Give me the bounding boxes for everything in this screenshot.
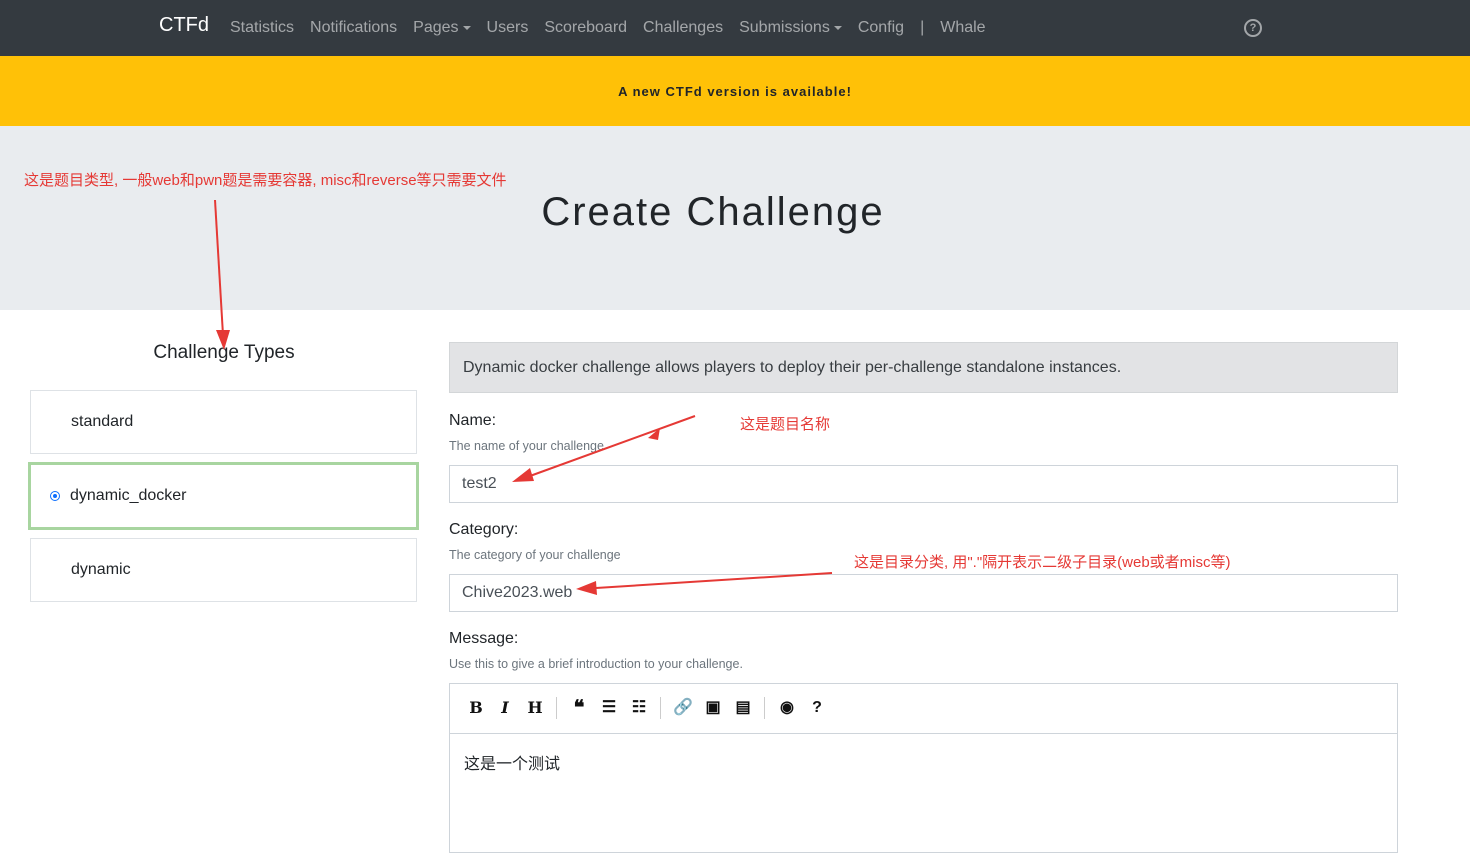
nav-pages-dropdown[interactable]: Pages xyxy=(413,19,471,37)
toolbar-divider xyxy=(660,697,661,719)
type-label: standard xyxy=(71,413,134,430)
question-circle-icon[interactable]: ? xyxy=(1244,19,1262,37)
nav-config[interactable]: Config xyxy=(858,19,904,37)
name-help: The name of your challenge xyxy=(449,439,604,453)
quote-icon[interactable]: ❝ xyxy=(568,698,590,718)
type-card-dynamic-docker[interactable]: dynamic_docker xyxy=(28,462,419,530)
message-help: Use this to give a brief introduction to… xyxy=(449,657,743,671)
message-label: Message: xyxy=(449,630,519,647)
caret-down-icon xyxy=(833,25,842,30)
bold-icon[interactable]: B xyxy=(465,698,487,718)
editor-toolbar: B I H ❝ ☰ ☷ 🔗 ▣ ▤ ◉ ? xyxy=(450,684,1397,734)
nav-pages-label: Pages xyxy=(413,19,459,36)
type-card-dynamic[interactable]: dynamic xyxy=(30,538,417,602)
annotation-name: 这是题目名称 xyxy=(740,416,831,433)
category-label: Category: xyxy=(449,521,519,538)
name-label: Name: xyxy=(449,412,497,429)
page-title: Create Challenge xyxy=(541,190,885,234)
heading-icon[interactable]: H xyxy=(524,698,546,718)
nav-submissions-label: Submissions xyxy=(739,19,830,36)
nav-separator: | xyxy=(920,19,925,36)
editor-content[interactable]: 这是一个测试 xyxy=(464,750,560,774)
challenge-types-title: Challenge Types xyxy=(153,342,295,363)
guide-icon[interactable]: ? xyxy=(806,698,828,718)
nav-whale[interactable]: Whale xyxy=(940,19,985,37)
message-editor: B I H ❝ ☰ ☷ 🔗 ▣ ▤ ◉ ? 这是一个测试 xyxy=(449,683,1398,853)
radio-selected[interactable] xyxy=(50,491,60,501)
nav-users[interactable]: Users xyxy=(487,19,529,37)
annotation-types: 这是题目类型, 一般web和pwn题是需要容器, misc和reverse等只需… xyxy=(24,172,507,189)
nav-statistics[interactable]: Statistics xyxy=(230,19,294,37)
type-label: dynamic xyxy=(71,561,131,578)
name-input[interactable]: test2 xyxy=(449,465,1398,503)
toolbar-divider xyxy=(764,697,765,719)
link-icon[interactable]: 🔗 xyxy=(672,698,694,718)
category-help: The category of your challenge xyxy=(449,548,621,562)
image-icon[interactable]: ▣ xyxy=(702,698,724,718)
caret-down-icon xyxy=(462,25,471,30)
nav-notifications[interactable]: Notifications xyxy=(310,19,397,37)
nav-scoreboard[interactable]: Scoreboard xyxy=(544,19,627,37)
annotation-category: 这是目录分类, 用"."隔开表示二级子目录(web或者misc等) xyxy=(854,554,1231,571)
brand-logo[interactable]: CTFd xyxy=(159,14,209,37)
type-label: dynamic_docker xyxy=(70,487,187,504)
nav-submissions-dropdown[interactable]: Submissions xyxy=(739,19,842,37)
category-input[interactable]: Chive2023.web xyxy=(449,574,1398,612)
nav-challenges[interactable]: Challenges xyxy=(643,19,723,37)
type-card-standard[interactable]: standard xyxy=(30,390,417,454)
unordered-list-icon[interactable]: ☰ xyxy=(598,698,620,718)
upload-file-icon[interactable]: ▤ xyxy=(732,698,754,718)
update-banner: A new CTFd version is available! xyxy=(0,56,1470,126)
ordered-list-icon[interactable]: ☷ xyxy=(628,698,650,718)
preview-icon[interactable]: ◉ xyxy=(776,698,798,718)
italic-icon[interactable]: I xyxy=(494,698,516,718)
top-navbar: CTFd Statistics Notifications Pages User… xyxy=(0,0,1470,56)
toolbar-divider xyxy=(556,697,557,719)
update-banner-text: A new CTFd version is available! xyxy=(618,83,852,99)
challenge-type-description: Dynamic docker challenge allows players … xyxy=(449,342,1398,393)
nav-links: Statistics Notifications Pages Users Sco… xyxy=(230,0,1002,56)
